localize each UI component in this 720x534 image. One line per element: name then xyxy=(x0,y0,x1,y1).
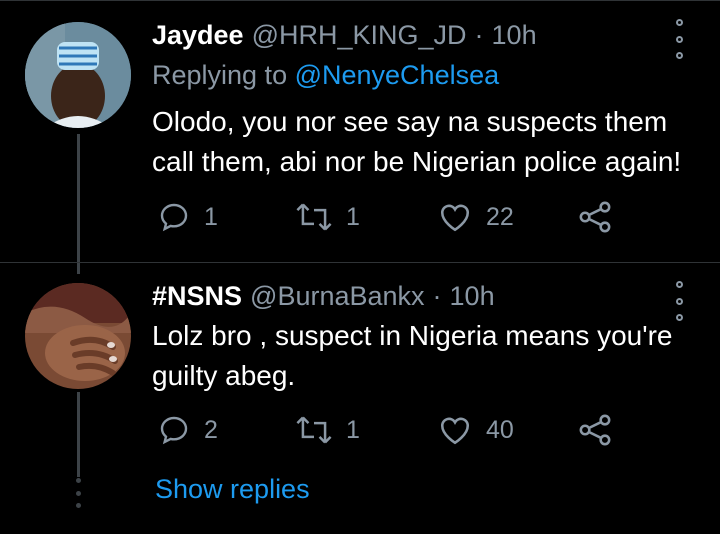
tweet-header: Jaydee @HRH_KING_JD · 10h xyxy=(152,20,537,51)
thread-continuation-dots xyxy=(74,478,82,508)
more-options-icon[interactable] xyxy=(672,281,686,321)
retweet-count: 1 xyxy=(346,202,360,231)
like-button[interactable]: 40 xyxy=(438,414,514,446)
display-name[interactable]: Jaydee xyxy=(152,20,244,51)
reply-button[interactable]: 2 xyxy=(158,414,218,446)
tweet-text: Lolz bro , suspect in Nigeria means you'… xyxy=(152,316,692,396)
like-icon xyxy=(440,204,470,232)
reply-count: 2 xyxy=(204,415,218,444)
retweet-button[interactable]: 1 xyxy=(296,201,360,233)
tweet-header: #NSNS @BurnaBankx · 10h xyxy=(152,281,495,312)
reply-icon xyxy=(160,203,188,232)
tweet[interactable]: Jaydee @HRH_KING_JD · 10h Replying to @N… xyxy=(0,0,720,262)
retweet-icon xyxy=(296,416,332,444)
display-name[interactable]: #NSNS xyxy=(152,281,242,312)
user-handle[interactable]: @HRH_KING_JD xyxy=(252,20,467,51)
avatar[interactable] xyxy=(25,22,131,128)
like-icon xyxy=(440,417,470,445)
reply-icon xyxy=(160,416,188,445)
share-button[interactable] xyxy=(578,414,612,446)
mention-link[interactable]: @NenyeChelsea xyxy=(295,60,500,90)
timestamp[interactable]: 10h xyxy=(492,20,537,51)
reply-button[interactable]: 1 xyxy=(158,201,218,233)
tweet-text: Olodo, you nor see say na suspects them … xyxy=(152,102,692,182)
tweet-text-line: call them, abi nor be Nigerian police ag… xyxy=(152,146,682,177)
tweet-text-line: Lolz bro , suspect in Nigeria means you'… xyxy=(152,320,673,351)
show-replies-link[interactable]: Show replies xyxy=(155,474,310,505)
tweet[interactable]: #NSNS @BurnaBankx · 10h Lolz bro , suspe… xyxy=(0,263,720,473)
more-options-icon[interactable] xyxy=(672,19,686,59)
tweet-text-line: guilty abeg. xyxy=(152,360,296,391)
avatar[interactable] xyxy=(25,283,131,389)
tweet-text-line: Olodo, you nor see say na suspects them xyxy=(152,106,668,137)
retweet-icon xyxy=(296,203,332,231)
like-count: 22 xyxy=(486,202,514,231)
replying-to-label: Replying to xyxy=(152,60,295,90)
like-count: 40 xyxy=(486,415,514,444)
share-icon xyxy=(579,201,611,233)
share-icon xyxy=(579,414,611,446)
separator-dot: · xyxy=(474,20,484,50)
reply-count: 1 xyxy=(204,202,218,231)
share-button[interactable] xyxy=(578,201,612,233)
user-handle[interactable]: @BurnaBankx xyxy=(250,281,425,312)
replying-to: Replying to @NenyeChelsea xyxy=(152,60,499,91)
retweet-button[interactable]: 1 xyxy=(296,414,360,446)
retweet-count: 1 xyxy=(346,415,360,444)
separator-dot: · xyxy=(432,281,442,311)
timestamp[interactable]: 10h xyxy=(450,281,495,312)
like-button[interactable]: 22 xyxy=(438,201,514,233)
